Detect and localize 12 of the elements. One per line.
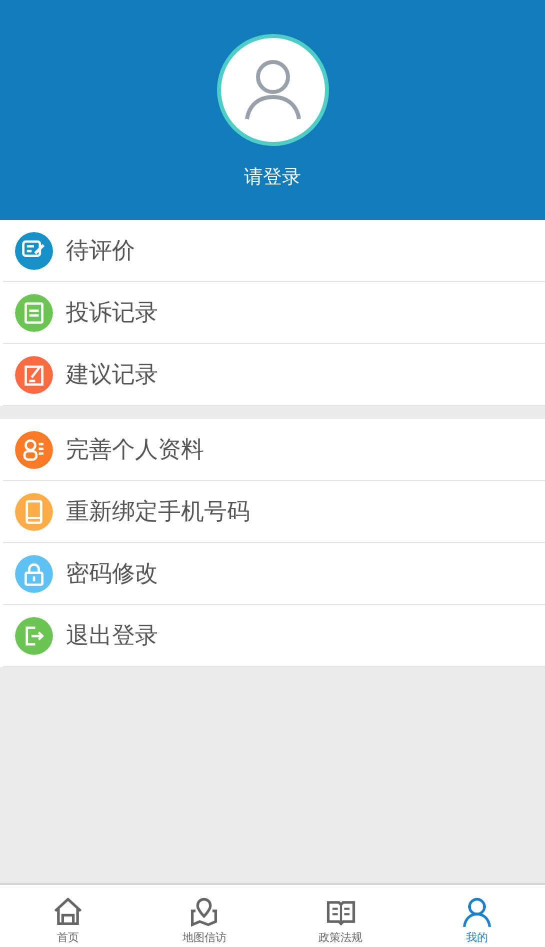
menu-item[interactable]: 退出登录 — [3, 605, 545, 667]
menu-item[interactable]: 待评价 — [3, 220, 545, 282]
tab[interactable]: 我的 — [408, 885, 545, 947]
menu-item[interactable]: 投诉记录 — [3, 282, 545, 344]
tab[interactable]: 地图信访 — [136, 885, 272, 947]
menu-item[interactable]: 完善个人资料 — [3, 419, 545, 481]
tab[interactable]: 首页 — [0, 885, 136, 947]
menu-item[interactable]: 重新绑定手机号码 — [3, 481, 545, 543]
login-link[interactable]: 请登录 — [244, 164, 301, 190]
menu-item[interactable]: 密码修改 — [3, 543, 545, 605]
tab[interactable]: 政策法规 — [272, 885, 409, 947]
menu-item[interactable]: 建议记录 — [3, 344, 545, 406]
